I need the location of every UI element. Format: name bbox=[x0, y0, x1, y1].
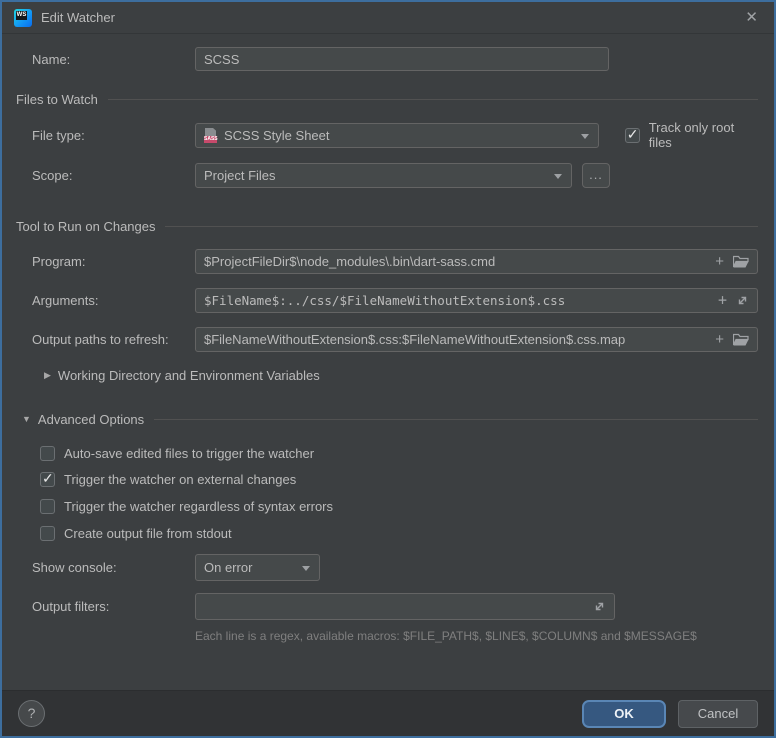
expand-field-icon[interactable] bbox=[593, 600, 606, 613]
output-paths-field[interactable]: + bbox=[195, 327, 758, 352]
scope-browse-button[interactable]: ... bbox=[582, 163, 610, 188]
output-paths-row: Output paths to refresh: + bbox=[2, 327, 774, 352]
cancel-button[interactable]: Cancel bbox=[678, 700, 758, 728]
separator-line bbox=[108, 99, 758, 100]
show-console-row: Show console: On error bbox=[2, 554, 774, 581]
insert-macro-icon[interactable]: + bbox=[715, 332, 724, 347]
name-row: Name: bbox=[2, 47, 774, 71]
external-changes-checkbox[interactable] bbox=[40, 472, 55, 487]
file-type-label: File type: bbox=[32, 128, 195, 143]
autosave-checkbox[interactable] bbox=[40, 446, 55, 461]
browse-folder-icon[interactable] bbox=[733, 255, 749, 268]
file-type-combobox[interactable]: SASS SCSS Style Sheet bbox=[195, 123, 599, 148]
section-files-to-watch-title: Files to Watch bbox=[16, 92, 98, 107]
scope-value: Project Files bbox=[204, 168, 276, 183]
advanced-options-collapsible[interactable]: ▼ Advanced Options bbox=[2, 411, 774, 427]
arguments-field[interactable]: + bbox=[195, 288, 758, 313]
section-files-to-watch: Files to Watch bbox=[2, 91, 774, 107]
ok-button[interactable]: OK bbox=[582, 700, 666, 728]
chevron-down-icon: ▼ bbox=[22, 414, 31, 424]
chevron-down-icon bbox=[581, 134, 589, 139]
syntax-errors-label: Trigger the watcher regardless of syntax… bbox=[64, 499, 333, 514]
title-bar[interactable]: WS Edit Watcher ✕ bbox=[2, 2, 774, 34]
external-changes-label: Trigger the watcher on external changes bbox=[64, 472, 296, 487]
program-input[interactable] bbox=[204, 254, 749, 269]
advanced-options-title: Advanced Options bbox=[38, 412, 144, 427]
chevron-down-icon bbox=[554, 174, 562, 179]
scss-file-icon: SASS bbox=[204, 128, 217, 143]
section-tool-to-run-title: Tool to Run on Changes bbox=[16, 219, 155, 234]
program-row: Program: + bbox=[2, 249, 774, 274]
working-directory-collapsible[interactable]: ▶ Working Directory and Environment Vari… bbox=[2, 368, 774, 383]
output-filters-row: Output filters: bbox=[2, 593, 774, 620]
insert-macro-icon[interactable]: + bbox=[715, 254, 724, 269]
chevron-right-icon: ▶ bbox=[44, 370, 51, 381]
arguments-input[interactable] bbox=[204, 293, 749, 308]
webstorm-icon: WS bbox=[14, 9, 32, 27]
name-input[interactable] bbox=[204, 52, 600, 67]
autosave-label: Auto-save edited files to trigger the wa… bbox=[64, 446, 314, 461]
program-field[interactable]: + bbox=[195, 249, 758, 274]
output-filters-input[interactable] bbox=[204, 599, 606, 614]
expand-field-icon[interactable] bbox=[736, 294, 749, 307]
show-console-label: Show console: bbox=[32, 560, 195, 575]
chevron-down-icon bbox=[302, 566, 310, 571]
help-button[interactable]: ? bbox=[18, 700, 45, 727]
insert-macro-icon[interactable]: + bbox=[718, 293, 727, 308]
output-filters-label: Output filters: bbox=[32, 599, 195, 614]
track-only-root-checkbox[interactable] bbox=[625, 128, 640, 143]
syntax-errors-row: Trigger the watcher regardless of syntax… bbox=[2, 499, 774, 514]
separator-line bbox=[154, 419, 758, 420]
stdout-row: Create output file from stdout bbox=[2, 526, 774, 541]
name-field[interactable] bbox=[195, 47, 609, 71]
syntax-errors-checkbox[interactable] bbox=[40, 499, 55, 514]
output-paths-input[interactable] bbox=[204, 332, 749, 347]
name-label: Name: bbox=[32, 52, 195, 67]
stdout-checkbox[interactable] bbox=[40, 526, 55, 541]
output-paths-label: Output paths to refresh: bbox=[32, 332, 195, 347]
autosave-row: Auto-save edited files to trigger the wa… bbox=[2, 446, 774, 461]
track-only-root-label: Track only root files bbox=[649, 120, 758, 150]
close-icon[interactable]: ✕ bbox=[741, 8, 762, 27]
edit-watcher-dialog: WS Edit Watcher ✕ Name: Files to Watch F… bbox=[0, 0, 776, 738]
program-label: Program: bbox=[32, 254, 195, 269]
dialog-title: Edit Watcher bbox=[41, 10, 115, 25]
show-console-value: On error bbox=[204, 560, 252, 575]
working-directory-label: Working Directory and Environment Variab… bbox=[58, 368, 320, 383]
external-changes-row: Trigger the watcher on external changes bbox=[2, 472, 774, 487]
arguments-row: Arguments: + bbox=[2, 288, 774, 313]
browse-folder-icon[interactable] bbox=[733, 333, 749, 346]
scope-combobox[interactable]: Project Files bbox=[195, 163, 572, 188]
show-console-combobox[interactable]: On error bbox=[195, 554, 320, 581]
section-tool-to-run: Tool to Run on Changes bbox=[2, 218, 774, 234]
footer-bar: ? OK Cancel bbox=[2, 690, 774, 736]
output-filters-hint: Each line is a regex, available macros: … bbox=[195, 629, 774, 643]
separator-line bbox=[165, 226, 758, 227]
output-filters-field[interactable] bbox=[195, 593, 615, 620]
scope-label: Scope: bbox=[32, 168, 195, 183]
file-type-row: File type: SASS SCSS Style Sheet Track o… bbox=[2, 120, 774, 150]
stdout-label: Create output file from stdout bbox=[64, 526, 232, 541]
arguments-label: Arguments: bbox=[32, 293, 195, 308]
scope-row: Scope: Project Files ... bbox=[2, 163, 774, 188]
file-type-value: SCSS Style Sheet bbox=[224, 128, 330, 143]
